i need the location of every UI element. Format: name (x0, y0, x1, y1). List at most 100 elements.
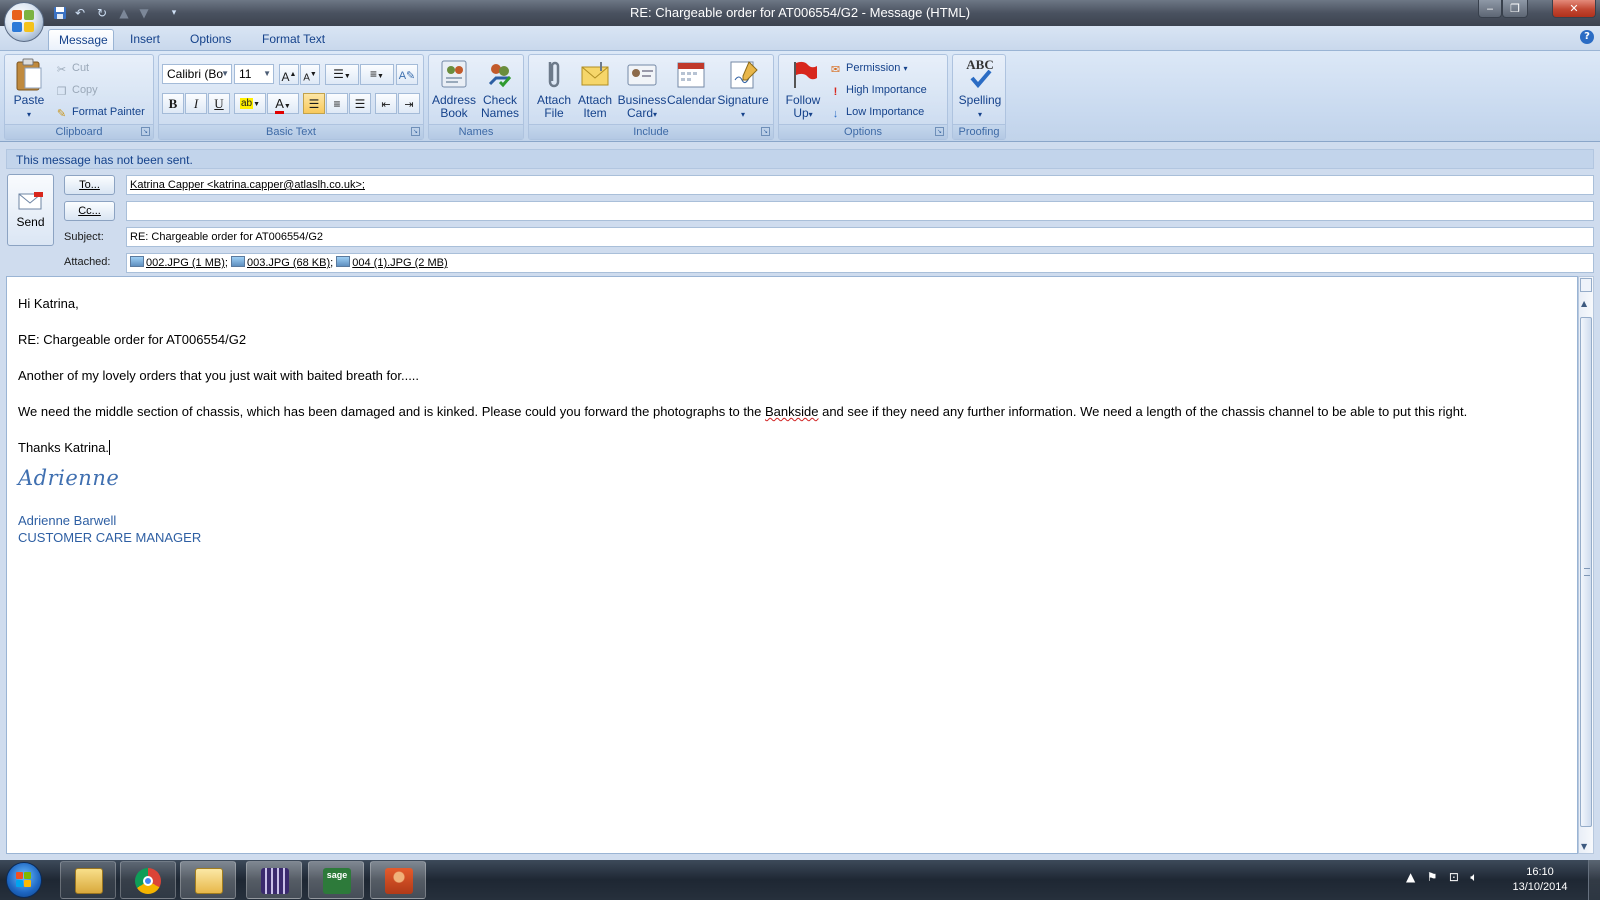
decrease-indent-button[interactable]: ⇤ (375, 93, 397, 114)
attach-file-label-1: Attach (536, 93, 572, 107)
check-names-label-2: Names (480, 106, 519, 120)
message-body-text[interactable]: Hi Katrina, RE: Chargeable order for AT0… (18, 295, 1568, 546)
message-body-editor[interactable]: Hi Katrina, RE: Chargeable order for AT0… (6, 276, 1578, 854)
to-button[interactable]: To... (64, 175, 115, 195)
signature-title: CUSTOMER CARE MANAGER (18, 530, 202, 545)
volume-icon[interactable]: 🔈︎ (1470, 870, 1477, 884)
help-icon[interactable]: ? (1580, 30, 1594, 44)
body-subject-line: RE: Chargeable order for AT006554/G2 (18, 332, 247, 347)
misspelled-word[interactable]: Bankside (765, 404, 818, 419)
shrink-font-button[interactable]: A▼ (300, 64, 320, 85)
attach-item-label-2: Item (583, 106, 607, 120)
underline-button[interactable]: U (208, 93, 230, 114)
include-launcher-icon[interactable]: ↘ (761, 127, 770, 136)
send-button[interactable]: Send (7, 174, 54, 246)
attach-item-button[interactable]: Attach Item (575, 58, 615, 120)
taskbar-outlook[interactable] (180, 861, 236, 899)
vertical-scrollbar[interactable]: ▲ ▼ (1578, 276, 1594, 854)
align-center-button[interactable]: ≡ (326, 93, 348, 114)
ribbon: Paste ▾ ✂ Cut ❐ Copy ✎ Format Painter Clipbo… (0, 50, 1600, 142)
italic-button[interactable]: I (185, 93, 207, 114)
spelling-button[interactable]: ABC Spelling ▾ (955, 58, 1005, 121)
align-left-button[interactable]: ☰ (303, 93, 325, 114)
format-painter-label: Format Painter (72, 106, 145, 118)
person-icon (385, 868, 413, 894)
tab-insert[interactable]: Insert (120, 29, 170, 50)
business-card-button[interactable]: Business Card▾ (617, 58, 667, 121)
ribbon-tabs: Message Insert Options Format Text ? (0, 26, 1600, 50)
taskbar-chrome[interactable] (120, 861, 176, 899)
attachment-item[interactable]: 004 (1).JPG (2 MB) (336, 256, 448, 269)
image-file-icon (130, 256, 144, 267)
basic-text-launcher-icon[interactable]: ↘ (411, 127, 420, 136)
low-importance-button[interactable]: ↓ Low Importance (829, 103, 925, 121)
body-paragraph: We need the middle section of chassis, w… (18, 403, 1568, 420)
taskbar-contacts[interactable] (370, 861, 426, 899)
subject-field[interactable]: RE: Chargeable order for AT006554/G2 (126, 227, 1594, 247)
scissors-icon: ✂ (56, 64, 67, 76)
minimize-button[interactable]: ‒ (1478, 0, 1502, 18)
clipboard-launcher-icon[interactable]: ↘ (141, 127, 150, 136)
follow-up-button[interactable]: Follow Up▾ (781, 58, 825, 121)
align-right-button[interactable]: ☰ (349, 93, 371, 114)
taskbar-explorer[interactable] (60, 861, 116, 899)
high-importance-button[interactable]: ! High Importance (829, 81, 927, 99)
font-color-button[interactable]: A▼ (267, 93, 299, 114)
bullets-button[interactable]: ☰▼ (325, 64, 359, 85)
calendar-icon (675, 58, 707, 90)
address-book-button[interactable]: Address Book (431, 58, 477, 120)
ruler-toggle-icon[interactable] (1580, 278, 1592, 292)
cc-button[interactable]: Cc... (64, 201, 115, 221)
tab-format-text[interactable]: Format Text (252, 29, 335, 50)
attachment-item[interactable]: 002.JPG (1 MB) (130, 256, 225, 269)
options-launcher-icon[interactable]: ↘ (935, 127, 944, 136)
network-icon[interactable]: ⊡ (1449, 870, 1459, 884)
scroll-down-icon[interactable]: ▼ (1581, 842, 1587, 851)
proofing-group-label: Proofing (953, 124, 1005, 139)
cut-button[interactable]: ✂ Cut (55, 59, 89, 77)
office-button[interactable] (4, 2, 44, 42)
names-group: Address Book Check Names Names (428, 54, 524, 140)
action-center-flag-icon[interactable]: ⚑ (1427, 870, 1438, 884)
subject-label: Subject: (64, 231, 104, 243)
tab-message[interactable]: Message (48, 29, 114, 50)
to-recipient[interactable]: Katrina Capper <katrina.capper@atlaslh.c… (130, 179, 365, 191)
scroll-up-icon[interactable]: ▲ (1581, 299, 1587, 308)
font-size-select[interactable]: 11 ▼ (234, 64, 274, 84)
system-clock[interactable]: 16:10 13/10/2014 (1510, 865, 1570, 895)
bullet-list-icon: ☰ (333, 67, 344, 81)
increase-indent-button[interactable]: ⇥ (398, 93, 420, 114)
start-button[interactable] (6, 862, 42, 898)
decrease-indent-icon: ⇤ (381, 99, 391, 111)
taskbar-sage[interactable]: sage (308, 861, 364, 899)
clear-formatting-button[interactable]: A✎ (396, 64, 418, 85)
tab-options[interactable]: Options (180, 29, 241, 50)
check-names-button[interactable]: Check Names (477, 58, 523, 120)
grow-font-button[interactable]: A▲ (279, 64, 299, 85)
format-painter-button[interactable]: ✎ Format Painter (55, 103, 145, 121)
cc-field[interactable] (126, 201, 1594, 221)
close-button[interactable]: ✕ (1552, 0, 1596, 18)
font-name-select[interactable]: Calibri (Bo ▼ (162, 64, 232, 84)
attachment-item[interactable]: 003.JPG (68 KB) (230, 256, 331, 269)
copy-button[interactable]: ❐ Copy (55, 81, 98, 99)
paste-button[interactable]: Paste ▾ (9, 58, 49, 121)
taskbar-calendar-app[interactable] (246, 861, 302, 899)
attachment-name: 003.JPG (68 KB) (246, 257, 331, 269)
to-field[interactable]: Katrina Capper <katrina.capper@atlaslh.c… (126, 175, 1594, 195)
signature-button[interactable]: Signature ▾ (715, 58, 771, 121)
scrollbar-thumb[interactable] (1580, 317, 1592, 827)
show-hidden-icons-icon[interactable]: ▲ (1406, 870, 1415, 884)
attach-item-label-1: Attach (577, 93, 613, 107)
permission-button[interactable]: ✉ Permission ▾ (829, 59, 908, 77)
check-names-icon (484, 58, 516, 90)
bold-button[interactable]: B (162, 93, 184, 114)
restore-button[interactable]: ❐ (1502, 0, 1528, 18)
highlight-button[interactable]: ab▼ (234, 93, 266, 114)
highlighter-icon: ab (239, 98, 254, 109)
show-desktop-button[interactable] (1588, 860, 1600, 900)
high-importance-label: High Importance (846, 84, 927, 96)
calendar-button[interactable]: Calendar (667, 58, 716, 107)
numbering-button[interactable]: ≡▼ (360, 64, 394, 85)
attach-file-button[interactable]: Attach File (533, 58, 575, 120)
